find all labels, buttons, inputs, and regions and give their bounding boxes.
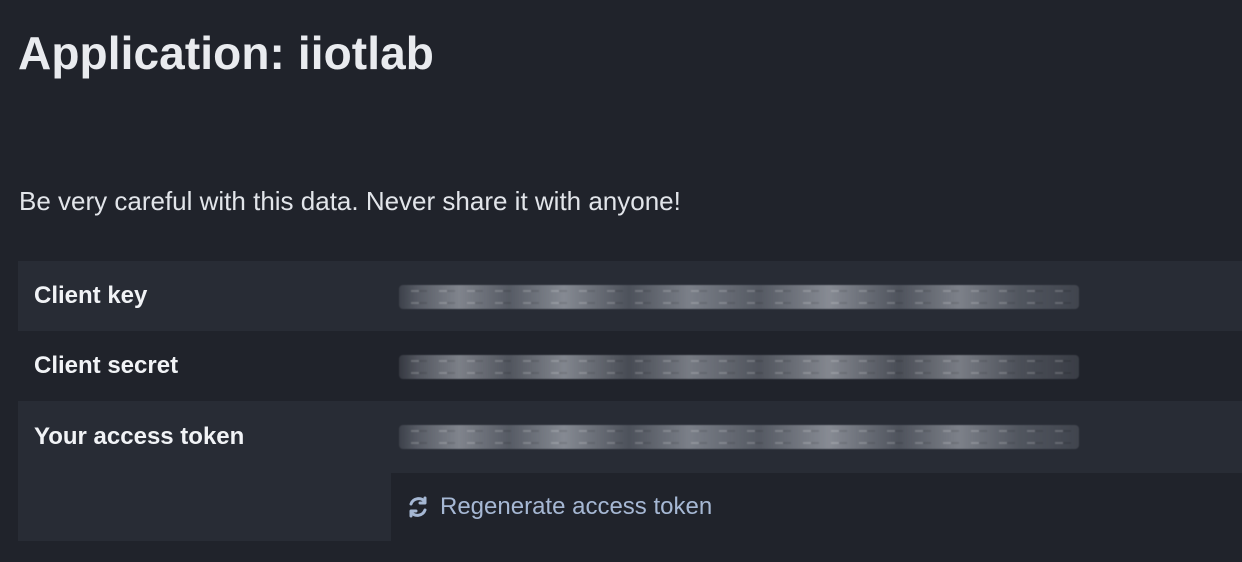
access-token-wrapper: Regenerate access token (391, 401, 1242, 541)
access-token-row: Your access token Regenerate access toke… (18, 401, 1242, 541)
client-key-value[interactable] (391, 261, 1242, 331)
redacted-client-secret (399, 355, 1079, 379)
access-token-value[interactable] (391, 401, 1242, 473)
regenerate-token-button[interactable]: Regenerate access token (406, 493, 712, 521)
application-page: Application: iiotlab Be very careful wit… (0, 0, 1242, 562)
refresh-icon (406, 495, 430, 519)
client-key-row: Client key (18, 261, 1242, 331)
redacted-client-key (399, 285, 1079, 309)
credentials-table: Client key Client secret Your access tok… (18, 261, 1242, 541)
redacted-access-token (399, 425, 1079, 449)
client-secret-row: Client secret (18, 331, 1242, 401)
security-warning: Be very careful with this data. Never sh… (19, 186, 681, 216)
access-token-cell: Regenerate access token (391, 401, 1242, 541)
regenerate-token-label: Regenerate access token (440, 493, 713, 520)
client-key-label: Client key (34, 282, 148, 309)
client-secret-label: Client secret (34, 352, 179, 379)
access-token-label: Your access token (18, 401, 391, 541)
client-secret-value[interactable] (391, 331, 1242, 401)
page-title: Application: iiotlab (18, 27, 434, 79)
token-actions: Regenerate access token (391, 473, 1242, 541)
